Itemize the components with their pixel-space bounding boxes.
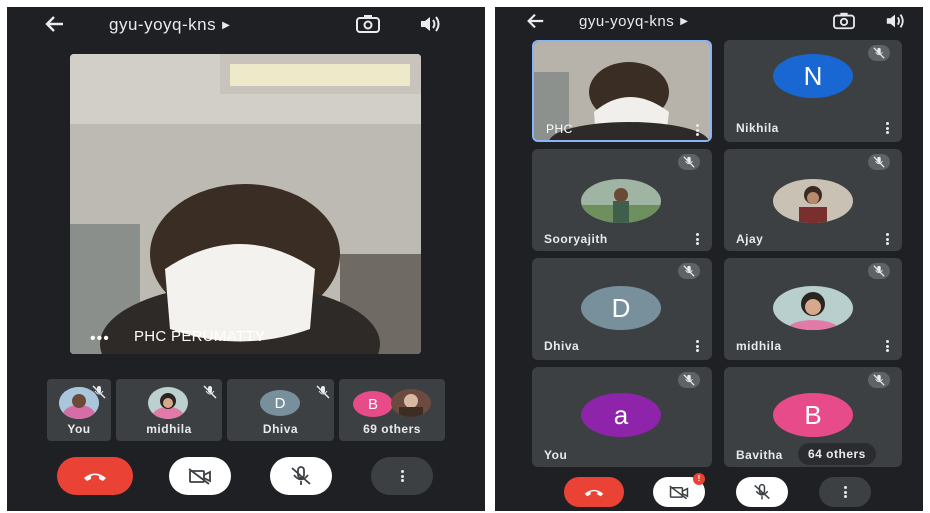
main-video-tile[interactable]: ••• PHC PERUMATTY	[70, 54, 421, 354]
avatar	[773, 179, 853, 223]
mic-off-icon	[87, 383, 106, 399]
grid-tile-name: Sooryajith	[544, 232, 608, 246]
mic-off-icon	[678, 372, 700, 388]
mic-off-icon	[198, 383, 217, 399]
more-vert-icon	[400, 470, 404, 482]
mic-off-icon	[868, 372, 890, 388]
avatar	[148, 387, 188, 419]
avatar-initial: B	[367, 395, 378, 413]
camera-off-icon	[188, 468, 211, 485]
top-bar: gyu-yoyq-kns ▶	[495, 7, 923, 43]
video-warning-badge: !	[693, 473, 705, 485]
more-vert-icon	[843, 486, 847, 498]
top-bar: gyu-yoyq-kns ▶	[7, 7, 485, 43]
more-vert-icon[interactable]	[886, 233, 889, 245]
meeting-code[interactable]: gyu-yoyq-kns ▶	[109, 15, 230, 35]
more-options-button[interactable]	[371, 457, 433, 495]
grid-tile-nikhila[interactable]: N Nikhila	[724, 40, 902, 142]
grid-tile-phc[interactable]: PHC	[532, 40, 712, 142]
more-vert-icon[interactable]	[886, 122, 889, 134]
strip-tile-others[interactable]: B 69 others	[339, 379, 445, 441]
strip-tile-name: Dhiva	[262, 422, 299, 436]
caret-right-icon: ▶	[222, 20, 231, 31]
meeting-code[interactable]: gyu-yoyq-kns ▶	[579, 13, 688, 30]
grid-tile-name: midhila	[736, 339, 782, 353]
avatar-initial: D	[611, 292, 631, 323]
mic-off-icon	[291, 466, 311, 485]
grid-tile-name: Nikhila	[736, 121, 779, 135]
main-tile-name: PHC PERUMATTY	[134, 328, 266, 345]
avatar-initial: a	[613, 399, 629, 430]
mic-toggle-button[interactable]	[736, 477, 788, 507]
grid-tile-bavitha[interactable]: B Bavitha 64 others	[724, 367, 902, 467]
avatar: a	[581, 393, 661, 437]
end-call-icon	[584, 489, 604, 497]
camera-off-icon	[669, 485, 689, 500]
avatar: B	[353, 391, 393, 417]
others-label: 64 others	[808, 447, 866, 461]
grid-tile-dhiva[interactable]: D Dhiva	[532, 258, 712, 360]
back-arrow-icon[interactable]	[43, 13, 65, 39]
grid-tile-you[interactable]: a You	[532, 367, 712, 467]
avatar: D	[260, 390, 300, 416]
grid-tile-name: Dhiva	[544, 339, 580, 353]
grid-tile-name: Bavitha	[736, 448, 783, 462]
mic-off-icon	[868, 154, 890, 170]
avatar	[391, 389, 431, 417]
grid-tile-sooryajith[interactable]: Sooryajith	[532, 149, 712, 251]
switch-camera-icon[interactable]	[832, 11, 856, 36]
switch-camera-icon[interactable]	[355, 13, 381, 40]
end-call-button[interactable]	[564, 477, 624, 507]
meeting-code-text: gyu-yoyq-kns	[109, 15, 217, 34]
mic-off-icon	[868, 263, 890, 279]
others-chip[interactable]: 64 others	[798, 443, 876, 465]
mic-off-icon	[678, 263, 700, 279]
grid-tile-name: Ajay	[736, 232, 764, 246]
more-vert-icon[interactable]	[696, 124, 699, 136]
avatar: N	[773, 54, 853, 98]
left-screen: gyu-yoyq-kns ▶ ••• PHC PERUMATTY You mid…	[7, 7, 485, 511]
avatar	[581, 179, 661, 223]
mic-toggle-button[interactable]	[270, 457, 332, 495]
avatar-initial: D	[274, 394, 286, 412]
camera-toggle-button[interactable]: !	[653, 473, 705, 507]
back-arrow-icon[interactable]	[525, 11, 545, 35]
grid-tile-name: PHC	[546, 122, 573, 136]
avatar	[773, 286, 853, 330]
strip-tile-you[interactable]: You	[47, 379, 111, 441]
strip-tile-name: You	[67, 422, 91, 436]
camera-toggle-button[interactable]	[169, 457, 231, 495]
more-options-button[interactable]	[819, 477, 871, 507]
more-vert-icon[interactable]	[696, 340, 699, 352]
end-call-button[interactable]	[57, 457, 133, 495]
avatar-initial: N	[803, 60, 823, 91]
speaker-icon[interactable]	[418, 13, 442, 40]
strip-tile-midhila[interactable]: midhila	[116, 379, 222, 441]
strip-tile-dhiva[interactable]: D Dhiva	[227, 379, 334, 441]
grid-tile-ajay[interactable]: Ajay	[724, 149, 902, 251]
grid-tile-name: You	[544, 448, 568, 462]
mic-off-icon	[678, 154, 700, 170]
grid-tile-midhila[interactable]: midhila	[724, 258, 902, 360]
right-screen: gyu-yoyq-kns ▶ PHC N Nikhila Sooryajith …	[495, 7, 923, 511]
participant-video-image	[70, 54, 421, 354]
meeting-code-text: gyu-yoyq-kns	[579, 13, 675, 30]
strip-tile-name: 69 others	[363, 422, 421, 436]
more-vert-icon[interactable]	[696, 233, 699, 245]
more-vert-icon[interactable]	[886, 340, 889, 352]
more-dots-icon[interactable]: •••	[90, 330, 110, 348]
caret-right-icon: ▶	[680, 16, 689, 27]
avatar: B	[773, 393, 853, 437]
strip-tile-name: midhila	[146, 422, 192, 436]
avatar-initial: B	[804, 399, 822, 430]
mic-off-icon	[311, 383, 330, 399]
avatar: D	[581, 286, 661, 330]
end-call-icon	[84, 473, 106, 481]
mic-off-icon	[754, 483, 770, 500]
speaker-icon[interactable]	[884, 11, 906, 36]
mic-off-icon	[868, 45, 890, 61]
